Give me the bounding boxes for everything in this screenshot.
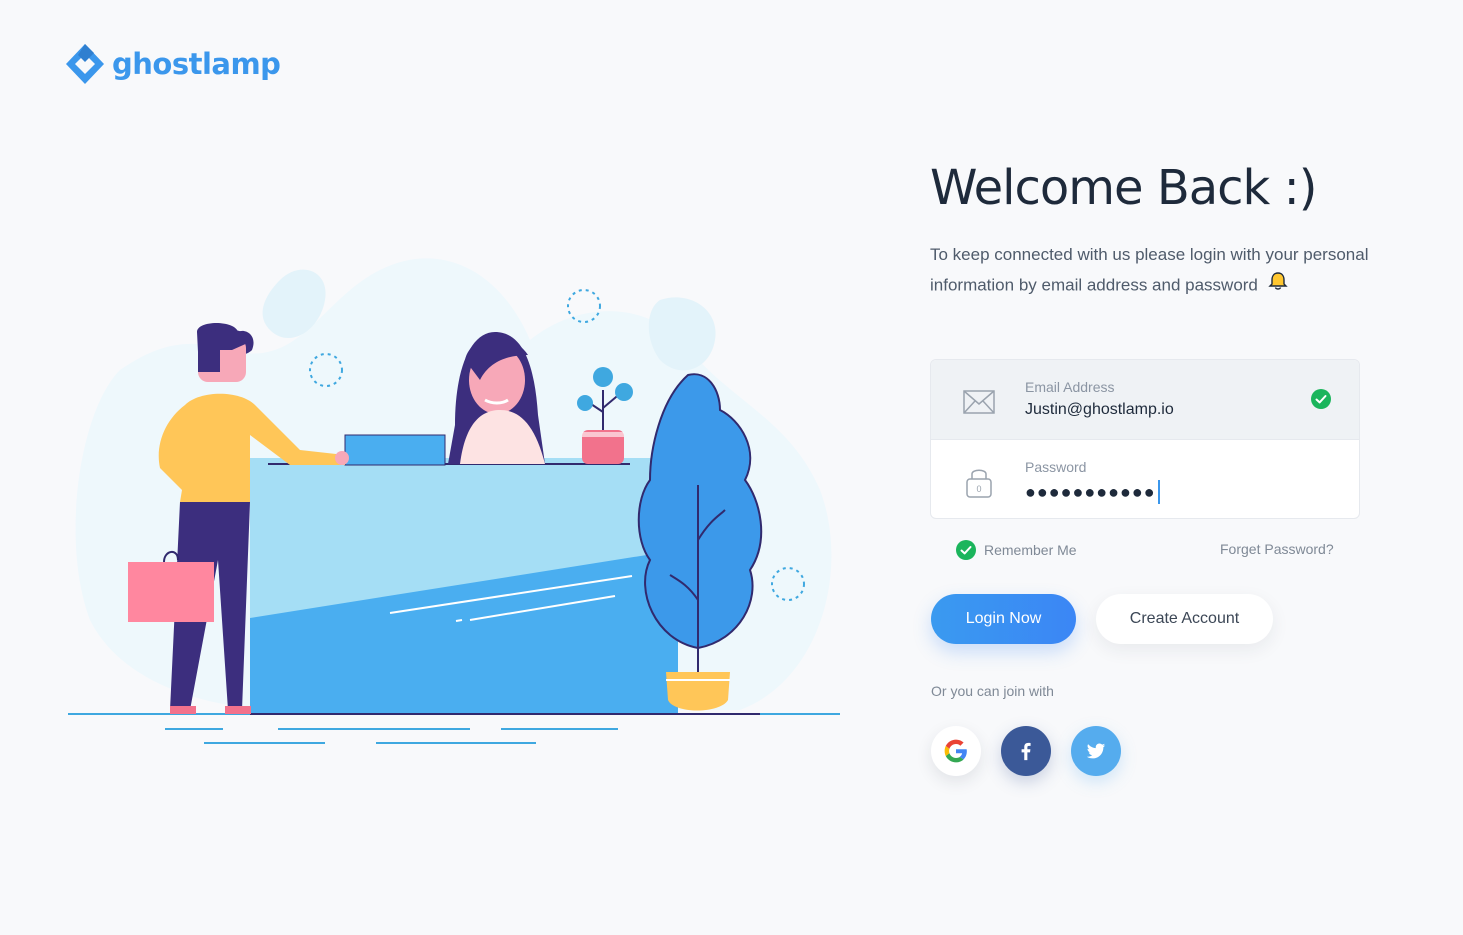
email-input[interactable]: Justin@ghostlamp.io: [1025, 401, 1174, 419]
page-title: Welcome Back :): [930, 160, 1318, 216]
envelope-icon: [961, 384, 997, 420]
password-field[interactable]: 0 Password ●●●●●●●●●●●: [931, 440, 1359, 518]
brand-name: ghostlamp: [112, 47, 281, 81]
brand-logo[interactable]: ghostlamp: [64, 42, 281, 86]
svg-text:0: 0: [976, 484, 981, 494]
password-input[interactable]: ●●●●●●●●●●●: [1025, 480, 1160, 504]
facebook-login-button[interactable]: [1001, 726, 1051, 776]
lock-icon: 0: [961, 464, 997, 500]
bell-icon: [1267, 270, 1289, 302]
password-dots: ●●●●●●●●●●●: [1025, 481, 1156, 502]
twitter-icon: [1086, 743, 1106, 759]
email-label: Email Address: [1025, 379, 1115, 395]
remember-me-label: Remember Me: [984, 542, 1077, 558]
login-button[interactable]: Login Now: [931, 594, 1076, 644]
twitter-login-button[interactable]: [1071, 726, 1121, 776]
ghostlamp-logo-icon: [66, 44, 104, 84]
subtitle-text: To keep connected with us please login w…: [930, 245, 1369, 295]
password-label: Password: [1025, 459, 1087, 475]
check-circle-icon: [1311, 389, 1331, 409]
google-icon: [944, 739, 967, 763]
remember-me-checkbox[interactable]: Remember Me: [956, 540, 1077, 560]
checkbox-checked-icon: [956, 540, 976, 560]
page-subtitle: To keep connected with us please login w…: [930, 240, 1380, 302]
text-caret: [1157, 480, 1160, 504]
social-prompt: Or you can join with: [931, 683, 1054, 699]
forgot-password-link[interactable]: Forget Password?: [1220, 541, 1334, 557]
create-account-button[interactable]: Create Account: [1096, 594, 1273, 644]
google-login-button[interactable]: [931, 726, 981, 776]
facebook-icon: [1021, 742, 1031, 761]
login-form: Email Address Justin@ghostlamp.io 0 Pass…: [930, 359, 1360, 519]
email-field[interactable]: Email Address Justin@ghostlamp.io: [931, 360, 1359, 440]
reception-illustration: [68, 258, 840, 744]
